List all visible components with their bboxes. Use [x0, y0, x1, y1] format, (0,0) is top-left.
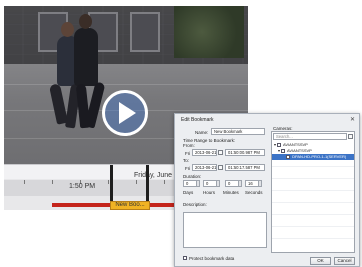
spinner-icon[interactable]: [258, 180, 262, 187]
checkbox[interactable]: [281, 148, 286, 153]
duration-unit-seconds: Seconds: [245, 190, 263, 195]
name-input[interactable]: New Bookmark: [211, 128, 265, 135]
dialog-title: Edit Bookmark: [181, 117, 214, 123]
to-time-input[interactable]: 01:50:17.587 PM: [225, 164, 265, 171]
expand-icon[interactable]: ▾: [278, 148, 280, 153]
to-day: Fri: [185, 166, 191, 171]
from-label: From:: [183, 143, 195, 148]
from-date-input[interactable]: 2013-06-21: [192, 149, 217, 156]
spinner-icon[interactable]: [238, 180, 242, 187]
ok-button[interactable]: OK: [310, 257, 331, 265]
spinner-icon[interactable]: [216, 180, 220, 187]
pedestrian-head: [61, 22, 74, 37]
duration-hours-input[interactable]: 0: [203, 180, 217, 187]
duration-days-input[interactable]: 0: [183, 180, 197, 187]
camera-tree-panel[interactable]: Search... ▾ AVIANTSSVP ▾ AVIANTSSVP DPAN…: [271, 131, 355, 253]
calendar-icon[interactable]: [218, 165, 223, 170]
pedestrian-head: [79, 14, 92, 29]
camera-tree-item-selected[interactable]: DPAN-HD-PRO-1-1(SERVER): [272, 154, 354, 160]
duration-seconds-input[interactable]: 16: [245, 180, 259, 187]
protect-bookmark-label: Protect bookmark data: [189, 256, 235, 261]
timeline-range-end-handle[interactable]: [146, 165, 149, 203]
play-icon: [119, 102, 136, 124]
cancel-button[interactable]: Cancel: [334, 257, 355, 265]
timeline-time-label: 1:50 PM: [69, 183, 96, 190]
to-date-input[interactable]: 2013-06-21: [192, 164, 217, 171]
duration-unit-hours: Hours: [203, 190, 216, 195]
duration-unit-minutes: Minutes: [223, 190, 239, 195]
timeline-range-start-handle[interactable]: [110, 165, 113, 203]
timeline[interactable]: Friday, June 21, 2 1:50 PM New Boo...: [4, 164, 190, 210]
name-label: Name:: [195, 130, 209, 135]
to-label: To:: [183, 158, 190, 163]
checkbox[interactable]: [277, 142, 282, 147]
bookmark-chip[interactable]: New Boo...: [110, 201, 150, 210]
from-time-input[interactable]: 01:50:00.987 PM: [225, 149, 265, 156]
from-day: Fri: [185, 151, 191, 156]
duration-unit-days: Days: [183, 190, 194, 195]
search-icon[interactable]: [348, 134, 353, 139]
background-planter: [174, 6, 244, 58]
expand-icon[interactable]: ▾: [274, 142, 276, 147]
duration-minutes-input[interactable]: 0: [225, 180, 239, 187]
edit-bookmark-dialog: Edit Bookmark ✕ Name: New Bookmark Time …: [174, 113, 360, 267]
protect-bookmark-checkbox[interactable]: [183, 256, 187, 260]
play-button[interactable]: [102, 90, 148, 136]
spinner-icon[interactable]: [196, 180, 200, 187]
background-window: [130, 12, 160, 52]
close-icon[interactable]: ✕: [350, 116, 355, 123]
checkbox[interactable]: [286, 154, 290, 159]
calendar-icon[interactable]: [218, 150, 223, 155]
description-input[interactable]: [183, 212, 267, 248]
pedestrian-figure: [74, 28, 98, 86]
camera-search-input[interactable]: Search...: [273, 133, 347, 140]
description-label: Description:: [183, 202, 207, 207]
duration-label: Duration:: [183, 174, 202, 179]
